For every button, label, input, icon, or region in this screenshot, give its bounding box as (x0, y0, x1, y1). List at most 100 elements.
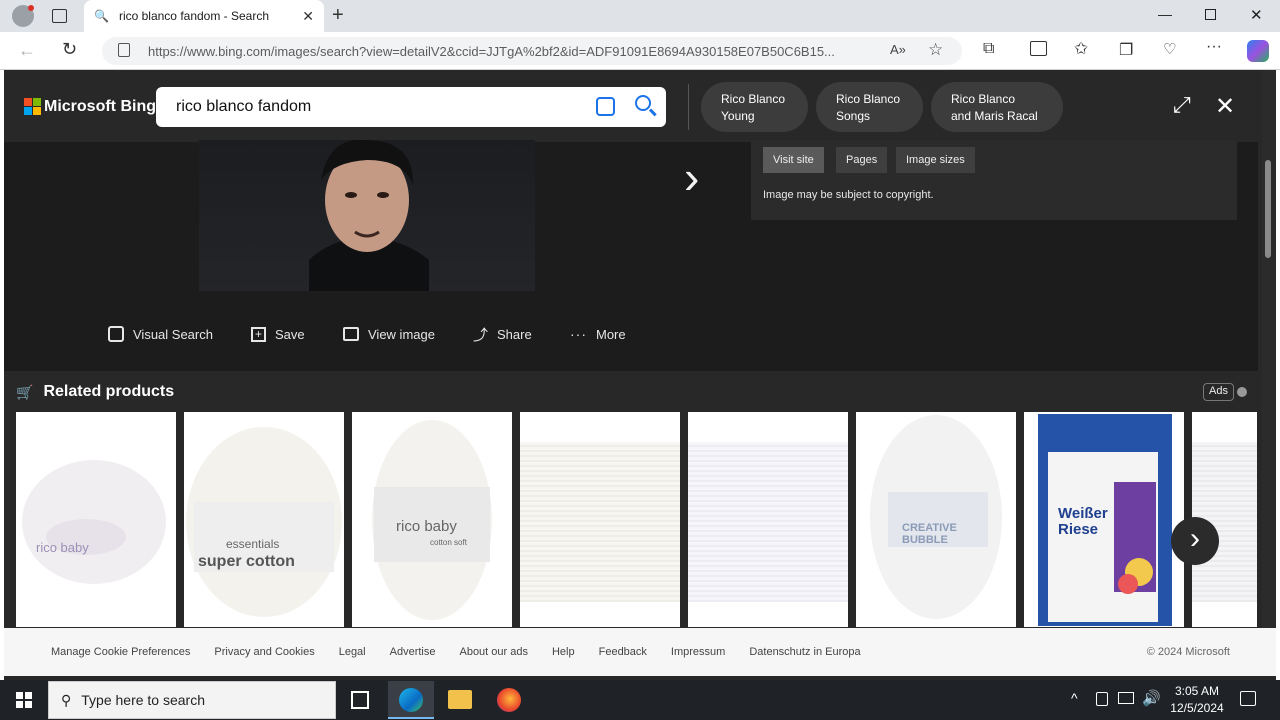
tab-actions-icon[interactable] (52, 9, 67, 23)
show-hidden-icons-icon[interactable]: ^ (1071, 690, 1078, 706)
close-tab-icon[interactable]: ✕ (302, 8, 314, 25)
visual-search-button[interactable]: Visual Search (108, 324, 213, 344)
main-image[interactable] (199, 139, 535, 291)
fluffy-yarn-image (870, 415, 1002, 619)
carousel-next-icon[interactable]: › (1171, 517, 1219, 565)
favorite-star-icon[interactable]: ☆ (928, 40, 943, 60)
copilot-icon[interactable] (1247, 40, 1269, 62)
view-image-button[interactable]: View image (343, 324, 435, 344)
footer-link[interactable]: Feedback (599, 646, 647, 658)
back-icon[interactable]: ← (18, 40, 36, 61)
footer-link[interactable]: Impressum (671, 646, 725, 658)
footer-link[interactable]: Privacy and Cookies (214, 646, 314, 658)
product-card[interactable]: rico baby cotton soft (352, 412, 512, 627)
portrait-photo (309, 139, 429, 291)
info-icon[interactable] (1237, 387, 1247, 397)
lock-icon[interactable] (118, 43, 130, 57)
footer-link[interactable]: Manage Cookie Preferences (51, 646, 190, 658)
search-input[interactable]: rico blanco fandom (156, 87, 666, 127)
image-info-panel (751, 140, 1237, 220)
address-bar[interactable]: https://www.bing.com/images/search?view=… (102, 37, 962, 65)
firefox-icon[interactable] (497, 688, 521, 712)
related-chip-young[interactable]: Rico Blanco Young (701, 82, 808, 132)
chip-line1: Rico Blanco (951, 92, 1016, 106)
expand-icon[interactable]: ⤢ (1173, 94, 1195, 117)
scrollbar-thumb[interactable] (1265, 160, 1271, 258)
product-card[interactable]: rico baby (16, 412, 176, 627)
close-overlay-icon[interactable]: ✕ (1215, 92, 1235, 121)
taskbar-search-placeholder: Type here to search (81, 692, 206, 708)
split-screen-icon[interactable] (1030, 41, 1047, 56)
save-button[interactable]: + Save (251, 324, 305, 344)
volume-icon[interactable]: 🔊 (1142, 689, 1161, 707)
taskbar-search[interactable]: ⚲ Type here to search (48, 681, 336, 719)
bing-logo-text[interactable]: Microsoft Bing (44, 98, 156, 116)
next-image-icon[interactable]: › (684, 150, 699, 204)
chip-line2: Young (721, 109, 755, 123)
related-chip-maris-racal[interactable]: Rico Blanco and Maris Racal (931, 82, 1063, 132)
scrollbar-track[interactable] (1262, 70, 1276, 628)
product-sub: cotton soft (430, 538, 467, 547)
active-tab[interactable]: 🔍 rico blanco fandom - Search ✕ (84, 0, 324, 32)
more-button[interactable]: ··· More (570, 324, 626, 344)
footer-link[interactable]: Help (552, 646, 575, 658)
microsoft-logo-icon[interactable] (24, 98, 41, 115)
pages-button[interactable]: Pages (836, 147, 888, 173)
settings-menu-icon[interactable]: ··· (1206, 38, 1222, 56)
footer-link[interactable]: About our ads (459, 646, 528, 658)
notification-icon[interactable] (1240, 691, 1256, 706)
read-aloud-icon[interactable]: A» (890, 42, 906, 57)
extensions-icon[interactable]: ⧉ (983, 40, 994, 58)
fabric-image (520, 442, 680, 602)
ads-badge: Ads (1203, 383, 1234, 401)
more-icon: ··· (570, 326, 587, 342)
footer-link[interactable]: Datenschutz in Europa (749, 646, 860, 658)
image-sizes-button[interactable]: Image sizes (896, 147, 975, 173)
product-line2: super cotton (198, 553, 295, 570)
product-card[interactable] (520, 412, 680, 627)
save-icon: + (251, 326, 266, 342)
product-card[interactable]: essentials super cotton (184, 412, 344, 627)
header-divider (688, 84, 689, 130)
chip-line1: Rico Blanco (721, 92, 786, 106)
task-view-icon[interactable] (351, 691, 369, 709)
footer-copyright: © 2024 Microsoft (1146, 646, 1230, 658)
product-brand: Weißer Riese (1058, 505, 1108, 538)
action-label: Visual Search (133, 326, 213, 342)
restore-icon[interactable] (1205, 9, 1216, 20)
search-icon: ⚲ (61, 691, 72, 708)
network-icon[interactable] (1118, 692, 1134, 704)
minimize-icon[interactable]: — (1158, 6, 1172, 22)
visit-site-button[interactable]: Visit site (763, 147, 824, 173)
yarn-ball-image (186, 427, 342, 617)
footer-link[interactable]: Legal (339, 646, 366, 658)
action-label: More (596, 326, 626, 342)
product-card[interactable]: CREATIVE BUBBLE (856, 412, 1016, 627)
favorites-icon[interactable]: ✩ (1074, 39, 1088, 59)
search-icon: 🔍 (94, 9, 109, 23)
refresh-icon[interactable]: ↻ (62, 39, 77, 60)
product-brand: rico baby (36, 540, 89, 555)
chip-line2: Songs (836, 109, 871, 123)
new-tab-icon[interactable]: + (332, 4, 344, 27)
browser-essentials-icon[interactable]: ♡ (1163, 40, 1176, 58)
product-brand: CREATIVE BUBBLE (902, 522, 957, 546)
windows-start-icon[interactable] (16, 692, 32, 708)
visual-search-icon (108, 326, 124, 342)
collections-icon[interactable]: ❐ (1119, 40, 1133, 60)
share-button[interactable]: ⤴ Share (473, 324, 532, 344)
taskbar-edge[interactable] (388, 681, 434, 719)
chip-line2: and Maris Racal (951, 109, 1038, 123)
file-explorer-icon[interactable] (448, 690, 472, 709)
product-card[interactable] (688, 412, 848, 627)
footer-link[interactable]: Advertise (390, 646, 436, 658)
clock-time: 3:05 AM (1174, 684, 1220, 698)
action-label: Share (497, 326, 532, 342)
close-window-icon[interactable]: ✕ (1250, 6, 1263, 24)
related-chip-songs[interactable]: Rico Blanco Songs (816, 82, 923, 132)
device-icon[interactable] (1096, 692, 1108, 706)
search-icon[interactable] (635, 95, 651, 111)
taskbar-clock[interactable]: 3:05 AM 12/5/2024 (1166, 683, 1228, 717)
product-card[interactable]: Weißer Riese (1024, 412, 1184, 627)
visual-search-icon[interactable] (596, 97, 615, 116)
